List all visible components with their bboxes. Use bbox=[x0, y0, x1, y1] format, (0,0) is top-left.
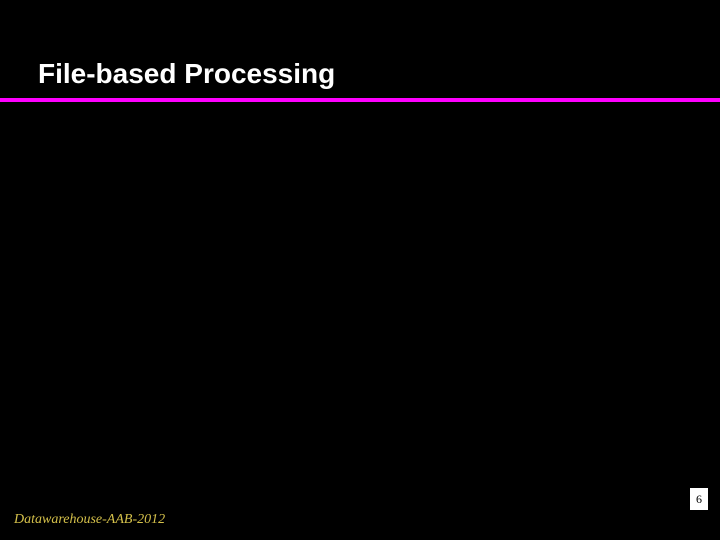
title-divider bbox=[0, 98, 720, 102]
page-number: 6 bbox=[696, 492, 702, 506]
page-number-box: 6 bbox=[690, 488, 708, 510]
title-area: File-based Processing bbox=[0, 0, 720, 90]
footer-text: Datawarehouse-AAB-2012 bbox=[14, 512, 165, 528]
slide-title: File-based Processing bbox=[38, 58, 720, 90]
